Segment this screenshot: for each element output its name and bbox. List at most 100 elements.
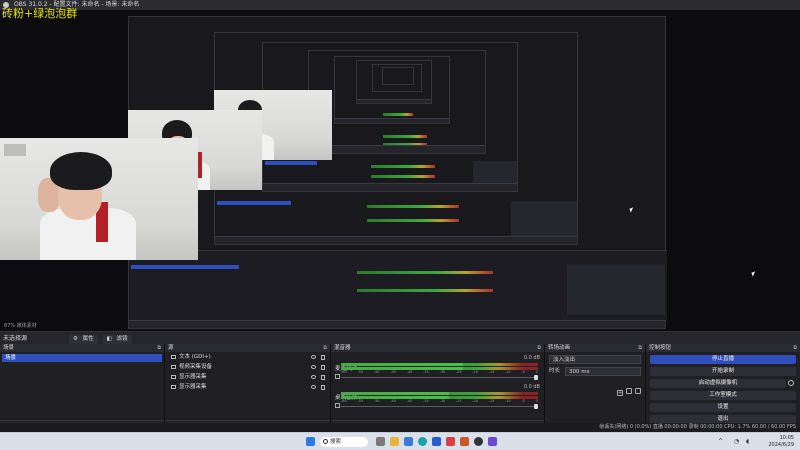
controls-dock: 控制按钮 ⧉ 停止直播 开始录制 启动虚拟摄像机 工作室模式 设置 退出 — [646, 344, 800, 432]
wifi-icon[interactable]: ◔ — [734, 438, 739, 445]
volume-meter — [341, 363, 538, 366]
source-label: 显示器采集 — [179, 384, 207, 390]
app-icon[interactable] — [446, 437, 455, 446]
scale-tick: -45 — [390, 370, 396, 374]
lock-icon[interactable] — [321, 375, 325, 380]
app-icon[interactable] — [432, 437, 441, 446]
cursor-icon — [751, 271, 757, 277]
source-item[interactable]: 显示器采集 — [165, 373, 330, 382]
lock-icon[interactable] — [321, 355, 325, 360]
dock-menu-icon[interactable]: ⧉ — [323, 344, 327, 352]
scale-tick: -40 — [406, 399, 413, 403]
overlay-text: 砖粉+绿泡泡群 — [2, 7, 78, 20]
remove-transition-button[interactable] — [626, 388, 632, 394]
source-item[interactable]: 视频采集设备 — [165, 363, 330, 372]
channel-db: 0.0 dB — [523, 384, 540, 390]
volume-knob[interactable] — [534, 404, 538, 409]
visibility-icon[interactable] — [311, 355, 316, 359]
mixer-channel: 麦克风/Aux 0.0 dB -60-55-50-45-40-35-30-25-… — [335, 355, 540, 381]
visibility-icon[interactable] — [311, 365, 316, 369]
transitions-title: 转场动画 — [548, 345, 571, 351]
scale-tick: -35 — [423, 399, 429, 403]
scale-tick: -50 — [373, 399, 380, 403]
speaker-icon[interactable] — [335, 374, 340, 379]
start-recording-button[interactable]: 开始录制 — [650, 367, 796, 376]
source-label: 显示器采集 — [179, 374, 207, 380]
filters-button[interactable]: ◧ 滤镜 — [102, 335, 132, 344]
scenes-title: 场景 — [3, 345, 15, 351]
tray-chevron-icon[interactable]: ^ — [718, 438, 723, 445]
volume-icon[interactable]: ◖ — [746, 438, 749, 445]
transition-select[interactable]: 淡入淡出 — [549, 355, 641, 364]
taskbar-search[interactable]: 搜索 — [320, 437, 368, 447]
mixer-channel: 桌面音频 0.0 dB -60-55-50-45-40-35-30-25-20-… — [335, 384, 540, 410]
scale-tick: -60 — [341, 399, 347, 403]
virtual-camera-label: 启动虚拟摄像机 — [698, 380, 738, 386]
studio-mode-button[interactable]: 工作室模式 — [650, 391, 796, 400]
scale-tick: -30 — [439, 399, 446, 403]
scale-tick: -30 — [439, 370, 446, 374]
scale-tick: -10 — [505, 399, 511, 403]
source-label: 视频采集设备 — [179, 364, 213, 370]
scenes-header: 场景 ⧉ — [0, 344, 164, 352]
taskview-icon[interactable] — [376, 437, 385, 446]
volume-slider[interactable] — [341, 375, 538, 380]
scale-tick: -50 — [373, 370, 380, 374]
mixer-header: 混音器 ⧉ — [331, 344, 544, 352]
duration-input[interactable]: 300 ms — [565, 367, 641, 376]
mixer-dock: 混音器⧉ 麦克风/Aux 0.0 dB -60-55-50-45-40-35-3… — [331, 344, 545, 436]
volume-knob[interactable] — [534, 375, 538, 380]
add-transition-button[interactable]: + — [617, 390, 623, 396]
transition-buttons: + — [545, 379, 641, 398]
duration-value: 300 ms — [569, 369, 590, 375]
lock-icon[interactable] — [321, 385, 325, 390]
scale-tick: 0 — [535, 370, 538, 374]
speaker-icon[interactable] — [335, 403, 340, 408]
sources-dock: 源⧉ 文本 (GDI+) 视频采集设备 显示器采集 显示器采集 +^v — [165, 344, 331, 438]
windows-start-icon[interactable] — [306, 437, 315, 446]
preview-canvas[interactable] — [0, 10, 800, 331]
dock-menu-icon[interactable]: ⧉ — [157, 344, 161, 352]
edge-icon[interactable] — [418, 437, 427, 446]
source-item[interactable]: 文本 (GDI+) — [165, 353, 330, 362]
taskbar-clock[interactable]: 10:05 2024/6/29 — [768, 435, 794, 449]
dock-menu-icon[interactable]: ⧉ — [638, 344, 642, 352]
scale-tick: -35 — [423, 370, 429, 374]
monitor-icon — [171, 374, 176, 379]
dock-menu-icon[interactable]: ⧉ — [537, 344, 541, 352]
search-placeholder: 搜索 — [330, 439, 342, 445]
lock-icon[interactable] — [321, 365, 325, 370]
sources-title: 源 — [168, 345, 174, 351]
scale-tick: -5 — [521, 370, 525, 374]
no-source-label: 未选择源 — [3, 335, 28, 342]
stop-streaming-button[interactable]: 停止直播 — [650, 355, 796, 364]
scale-tick: -25 — [455, 370, 462, 374]
dock-menu-icon[interactable]: ⧉ — [793, 344, 797, 352]
scale-tick: -20 — [472, 370, 478, 374]
visibility-icon[interactable] — [311, 375, 316, 379]
transitions-dock: 转场动画 ⧉ 淡入淡出 时长 300 ms + — [545, 344, 646, 432]
camera-feed — [0, 138, 198, 260]
visibility-icon[interactable] — [311, 385, 316, 389]
monitor-icon — [171, 384, 176, 389]
volume-meter — [341, 392, 538, 395]
gear-icon[interactable] — [788, 380, 794, 386]
source-item[interactable]: 显示器采集 — [165, 383, 330, 392]
obs-taskbar-icon[interactable] — [474, 437, 483, 446]
scene-item[interactable]: 场景 — [2, 354, 162, 362]
store-icon[interactable] — [404, 437, 413, 446]
app-icon[interactable] — [460, 437, 469, 446]
properties-button[interactable]: ⚙ 属性 — [68, 335, 98, 344]
volume-slider[interactable] — [341, 404, 538, 409]
search-icon — [323, 439, 328, 444]
scale-tick: -15 — [488, 370, 495, 374]
file-explorer-icon[interactable] — [390, 437, 399, 446]
scale-tick: -5 — [521, 399, 525, 403]
transition-menu-button[interactable] — [635, 388, 641, 394]
virtual-camera-button[interactable]: 启动虚拟摄像机 — [650, 379, 794, 388]
controls-title: 控制按钮 — [649, 345, 672, 351]
app-icon[interactable] — [488, 437, 497, 446]
scale-tick: -25 — [455, 399, 462, 403]
settings-button[interactable]: 设置 — [650, 403, 796, 412]
meter-scale: -60 -55 -50 -45 -40 -35 -30 -25 -20 -15 -10 -5 0 — [341, 370, 538, 374]
